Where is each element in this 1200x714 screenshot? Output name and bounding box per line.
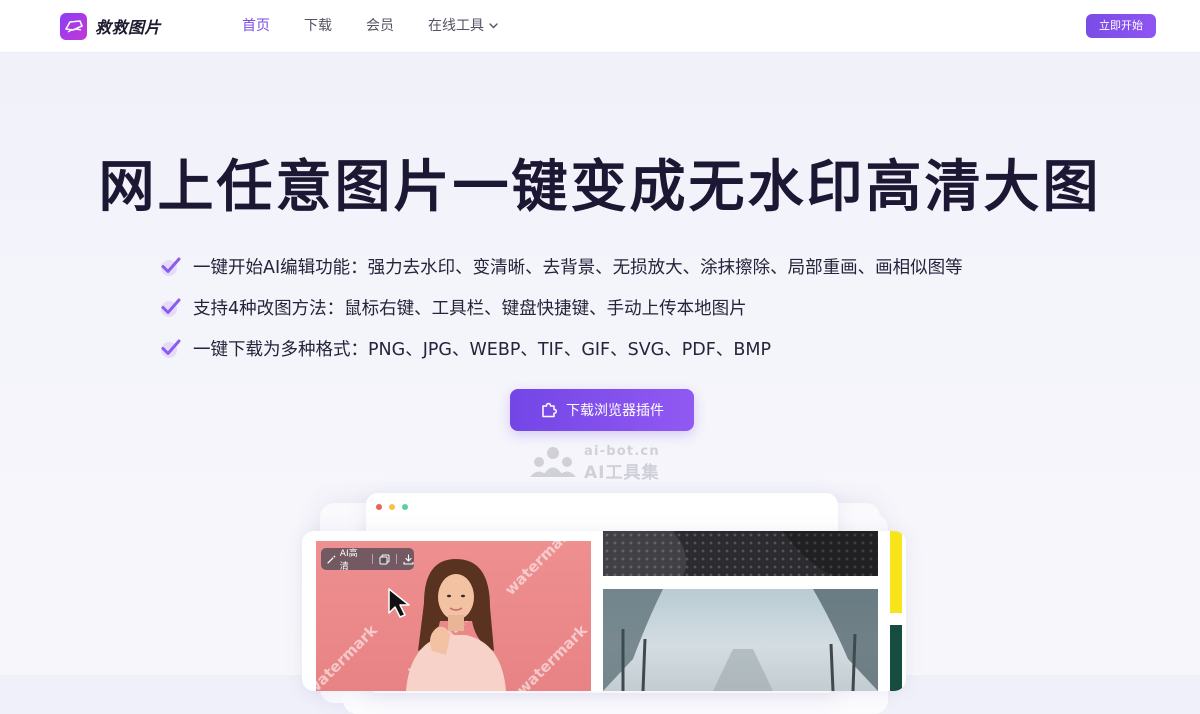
demo-fabric-image bbox=[603, 531, 878, 576]
list-item: 一键开始AI编辑功能：强力去水印、变清晰、去背景、无损放大、涂抹擦除、局部重画、… bbox=[158, 251, 963, 281]
image-hover-toolbar: AI高清 bbox=[321, 546, 414, 572]
chevron-down-icon bbox=[489, 23, 498, 29]
nav-item-home[interactable]: 首页 bbox=[242, 16, 270, 36]
feature-text: 一键下载为多种格式：PNG、JPG、WEBP、TIF、GIF、SVG、PDF、B… bbox=[193, 339, 771, 360]
window-maximize-dot bbox=[402, 504, 408, 510]
fabric-shading bbox=[603, 531, 878, 576]
nav-item-download[interactable]: 下载 bbox=[304, 16, 332, 36]
magic-wand-icon bbox=[327, 555, 336, 564]
download-icon bbox=[403, 553, 414, 565]
demo-street-image bbox=[603, 589, 878, 691]
site-watermark: ai-bot.cn AI工具集 bbox=[528, 444, 688, 483]
cursor-arrow-icon bbox=[388, 588, 410, 618]
start-now-button[interactable]: 立即开始 bbox=[1086, 14, 1156, 38]
main-menu: 首页 下载 会员 在线工具 bbox=[242, 16, 532, 36]
check-icon bbox=[161, 257, 181, 276]
logo[interactable]: 救救图片 bbox=[60, 12, 161, 40]
nav-item-label: 首页 bbox=[242, 18, 270, 34]
watermark-name: AI工具集 bbox=[584, 463, 660, 483]
nav-item-label: 下载 bbox=[304, 18, 332, 34]
watermark-url: ai-bot.cn bbox=[584, 444, 660, 459]
watermark-logo-icon bbox=[530, 447, 576, 477]
portrait-figure bbox=[406, 559, 506, 691]
puzzle-icon bbox=[542, 402, 558, 418]
window-minimize-dot bbox=[389, 504, 395, 510]
hero-title: 网上任意图片一键变成无水印高清大图 bbox=[98, 155, 1102, 220]
copy-icon bbox=[379, 554, 390, 564]
toolbar-divider bbox=[396, 554, 397, 564]
check-icon bbox=[161, 298, 181, 317]
watermark-text: watermark bbox=[316, 621, 381, 691]
ai-enhance-button[interactable]: AI高清 bbox=[321, 546, 366, 572]
feature-list: 一键开始AI编辑功能：强力去水印、变清晰、去背景、无损放大、涂抹擦除、局部重画、… bbox=[158, 251, 963, 374]
feature-text: 一键开始AI编辑功能：强力去水印、变清晰、去背景、无损放大、涂抹擦除、局部重画、… bbox=[193, 257, 963, 278]
ai-enhance-label: AI高清 bbox=[339, 549, 358, 572]
logo-icon bbox=[60, 12, 87, 40]
nav-item-label: 在线工具 bbox=[428, 18, 484, 34]
logo-text: 救救图片 bbox=[95, 18, 162, 37]
download-image-button[interactable] bbox=[403, 553, 414, 565]
window-close-dot bbox=[376, 504, 382, 510]
demo-green-image bbox=[890, 625, 902, 691]
nav-item-online-tools[interactable]: 在线工具 bbox=[428, 16, 498, 36]
demo-image-grid: watermark watermark watermark watermark bbox=[302, 531, 906, 691]
check-icon bbox=[161, 339, 181, 358]
feature-text: 支持4种改图方法：鼠标右键、工具栏、键盘快捷键、手动上传本地图片 bbox=[193, 298, 747, 319]
top-nav: 救救图片 首页 下载 会员 在线工具 立即开始 bbox=[0, 0, 1200, 53]
download-extension-label: 下载浏览器插件 bbox=[566, 402, 664, 418]
nav-item-membership[interactable]: 会员 bbox=[366, 16, 394, 36]
list-item: 支持4种改图方法：鼠标右键、工具栏、键盘快捷键、手动上传本地图片 bbox=[158, 292, 963, 322]
copy-button[interactable] bbox=[379, 554, 390, 565]
download-extension-button[interactable]: 下载浏览器插件 bbox=[510, 389, 694, 431]
demo-portrait-image: watermark watermark watermark watermark bbox=[316, 541, 591, 691]
demo-yellow-image bbox=[890, 531, 902, 613]
toolbar-divider bbox=[372, 554, 374, 564]
list-item: 一键下载为多种格式：PNG、JPG、WEBP、TIF、GIF、SVG、PDF、B… bbox=[158, 333, 963, 363]
nav-item-label: 会员 bbox=[366, 18, 394, 34]
street-trees bbox=[603, 589, 878, 691]
